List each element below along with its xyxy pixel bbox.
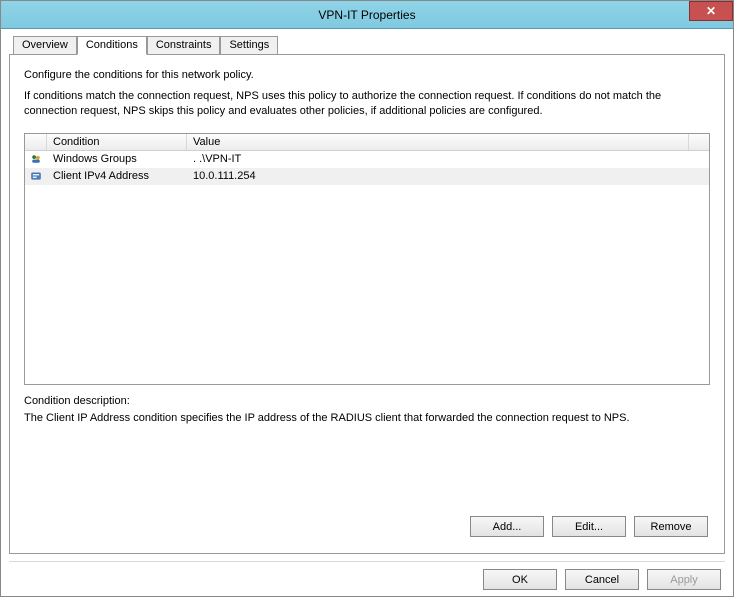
apply-button-label: Apply <box>670 574 698 586</box>
dialog-buttons: OK Cancel Apply <box>483 569 721 590</box>
ip-icon <box>25 169 47 183</box>
properties-window: VPN-IT Properties ✕ Overview Conditions … <box>0 0 734 597</box>
add-button-label: Add... <box>493 521 522 533</box>
tab-conditions-label: Conditions <box>86 39 138 51</box>
tab-conditions[interactable]: Conditions <box>77 36 147 55</box>
edit-button[interactable]: Edit... <box>552 516 626 537</box>
row-value: 10.0.111.254 <box>187 170 709 182</box>
cancel-button-label: Cancel <box>585 574 619 586</box>
tab-overview[interactable]: Overview <box>13 36 77 55</box>
close-icon: ✕ <box>706 4 716 18</box>
cancel-button[interactable]: Cancel <box>565 569 639 590</box>
header-end <box>689 134 709 150</box>
apply-button[interactable]: Apply <box>647 569 721 590</box>
tab-panel-conditions: Configure the conditions for this networ… <box>9 54 725 554</box>
header-icon-col[interactable] <box>25 134 47 150</box>
table-row[interactable]: Windows Groups . .\VPN-IT <box>25 151 709 168</box>
remove-button-label: Remove <box>651 521 692 533</box>
row-condition: Windows Groups <box>47 153 187 165</box>
row-condition: Client IPv4 Address <box>47 170 187 182</box>
table-row[interactable]: Client IPv4 Address 10.0.111.254 <box>25 168 709 185</box>
edit-button-label: Edit... <box>575 521 603 533</box>
header-value[interactable]: Value <box>187 134 689 150</box>
listview-header: Condition Value <box>25 134 709 151</box>
header-condition[interactable]: Condition <box>47 134 187 150</box>
intro-text-1: Configure the conditions for this networ… <box>24 69 710 81</box>
ok-button[interactable]: OK <box>483 569 557 590</box>
description-text: The Client IP Address condition specifie… <box>24 411 710 426</box>
ok-button-label: OK <box>512 574 528 586</box>
window-title: VPN-IT Properties <box>318 8 415 22</box>
tab-overview-label: Overview <box>22 39 68 51</box>
tab-constraints[interactable]: Constraints <box>147 36 221 55</box>
tab-constraints-label: Constraints <box>156 39 212 51</box>
description-label: Condition description: <box>24 395 710 407</box>
tab-settings[interactable]: Settings <box>220 36 278 55</box>
group-icon <box>25 152 47 166</box>
intro-text-2: If conditions match the connection reque… <box>24 89 710 119</box>
row-value: . .\VPN-IT <box>187 153 709 165</box>
condition-buttons: Add... Edit... Remove <box>470 516 708 537</box>
titlebar[interactable]: VPN-IT Properties ✕ <box>1 1 733 29</box>
close-button[interactable]: ✕ <box>689 1 733 21</box>
client-area: Overview Conditions Constraints Settings… <box>1 29 733 554</box>
remove-button[interactable]: Remove <box>634 516 708 537</box>
add-button[interactable]: Add... <box>470 516 544 537</box>
conditions-listview[interactable]: Condition Value Windows Groups . .\VPN-I… <box>24 133 710 385</box>
tab-strip: Overview Conditions Constraints Settings <box>13 36 725 55</box>
tab-settings-label: Settings <box>229 39 269 51</box>
divider <box>9 561 725 562</box>
